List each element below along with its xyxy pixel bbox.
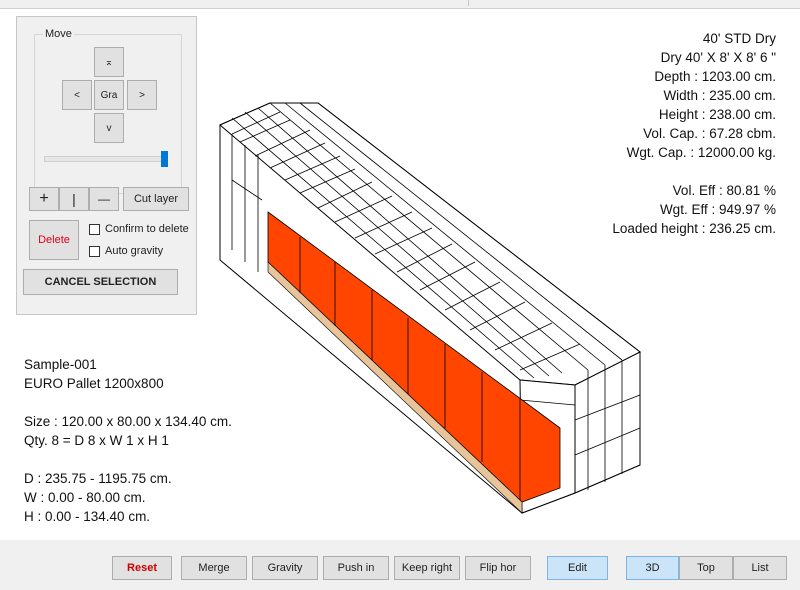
container-depth: Depth : 1203.00 cm.	[654, 69, 776, 84]
control-panel: Move ⌅ < Gra > v + | — Cut layer Delete …	[16, 16, 197, 315]
checkbox-box[interactable]	[89, 245, 100, 257]
item-size: Size : 120.00 x 80.00 x 134.40 cm.	[24, 414, 232, 429]
push-in-button[interactable]: Push in	[323, 556, 389, 580]
container-wgt-cap: Wgt. Cap. : 12000.00 kg.	[626, 145, 776, 160]
view-3d-button[interactable]: 3D	[626, 556, 679, 580]
container-width: Width : 235.00 cm.	[663, 88, 776, 103]
container-desc: Dry 40' X 8' X 8' 6 "	[660, 50, 776, 65]
item-d-range: D : 235.75 - 1195.75 cm.	[24, 471, 172, 486]
confirm-delete-checkbox[interactable]: Confirm to delete	[89, 223, 189, 235]
item-w-range: W : 0.00 - 80.00 cm.	[24, 490, 146, 505]
gravity-button[interactable]: Gravity	[252, 556, 318, 580]
container-body	[219, 102, 641, 514]
move-left-button[interactable]: <	[62, 80, 92, 110]
gravity-center-button[interactable]: Gra	[94, 80, 124, 110]
confirm-delete-label: Confirm to delete	[105, 223, 189, 235]
cut-layer-button[interactable]: Cut layer	[123, 187, 189, 211]
move-group-label: Move	[43, 28, 74, 40]
minus-button[interactable]: —	[89, 187, 119, 211]
layer-slider-track[interactable]	[44, 156, 168, 162]
reset-button[interactable]: Reset	[112, 556, 172, 580]
merge-button[interactable]: Merge	[181, 556, 247, 580]
item-type: EURO Pallet 1200x800	[24, 376, 164, 391]
container-info: 40' STD Dry Dry 40' X 8' X 8' 6 " Depth …	[612, 29, 776, 238]
cancel-selection-button[interactable]: CANCEL SELECTION	[23, 269, 178, 295]
item-name: Sample-001	[24, 357, 97, 372]
item-info: Sample-001 EURO Pallet 1200x800 Size : 1…	[24, 355, 232, 526]
auto-gravity-label: Auto gravity	[105, 245, 164, 257]
container-vol-cap: Vol. Cap. : 67.28 cbm.	[643, 126, 776, 141]
move-up-button[interactable]: ⌅	[94, 47, 124, 77]
container-height: Height : 238.00 cm.	[658, 107, 776, 122]
plus-button[interactable]: +	[29, 187, 59, 211]
item-h-range: H : 0.00 - 134.40 cm.	[24, 509, 151, 524]
wgt-eff: Wgt. Eff : 949.97 %	[659, 202, 776, 217]
view-list-button[interactable]: List	[733, 556, 787, 580]
keep-right-button[interactable]: Keep right	[394, 556, 460, 580]
vol-eff: Vol. Eff : 80.81 %	[672, 183, 776, 198]
item-qty: Qty. 8 = D 8 x W 1 x H 1	[24, 433, 169, 448]
container-type: 40' STD Dry	[702, 31, 776, 46]
auto-gravity-checkbox[interactable]: Auto gravity	[89, 245, 163, 257]
loaded-height: Loaded height : 236.25 cm.	[612, 221, 776, 236]
move-down-button[interactable]: v	[94, 113, 124, 143]
delete-button[interactable]: Delete	[29, 220, 79, 260]
move-right-button[interactable]: >	[127, 80, 157, 110]
flip-hor-button[interactable]: Flip hor	[465, 556, 531, 580]
edit-button[interactable]: Edit	[547, 556, 608, 580]
layer-slider-thumb[interactable]	[161, 151, 168, 167]
view-top-button[interactable]: Top	[679, 556, 733, 580]
divider-button[interactable]: |	[59, 187, 89, 211]
checkbox-box[interactable]	[89, 223, 100, 235]
